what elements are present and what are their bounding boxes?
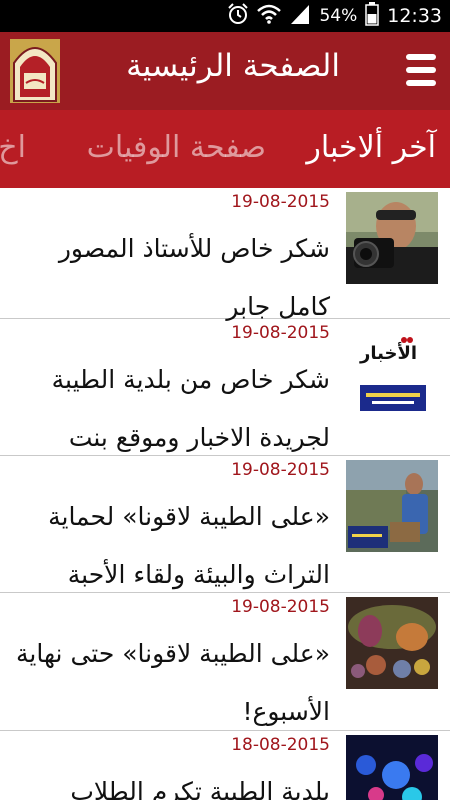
article-title: شكر خاص من بلدية الطيبة لجريدة الاخبار و… bbox=[51, 365, 330, 452]
article-thumbnail: الأخبار bbox=[346, 323, 438, 419]
battery-icon bbox=[365, 2, 379, 30]
article-date: 18-08-2015 bbox=[231, 735, 330, 755]
app-header: الصفحة الرئيسية bbox=[0, 32, 450, 110]
municipality-logo[interactable] bbox=[10, 39, 60, 103]
list-item[interactable]: 19-08-2015 شكر خاص للأستاذ المصور كامل ج… bbox=[0, 188, 450, 321]
status-bar: 54% 12:33 bbox=[0, 0, 450, 32]
article-title: بلدية الطيبة تكرم الطلاب bbox=[70, 777, 330, 800]
status-icons: 54% 12:33 bbox=[227, 0, 442, 32]
alarm-icon bbox=[227, 3, 249, 29]
tab-obituaries[interactable]: صفحة الوفيات bbox=[87, 130, 266, 165]
page-title: الصفحة الرئيسية bbox=[126, 48, 340, 84]
article-thumbnail bbox=[346, 192, 438, 284]
article-date: 19-08-2015 bbox=[231, 192, 330, 212]
list-item[interactable]: 19-08-2015 «على الطيبة لاقونا» لحماية ال… bbox=[0, 456, 450, 593]
article-date: 19-08-2015 bbox=[231, 460, 330, 480]
article-thumbnail bbox=[346, 735, 438, 800]
list-item[interactable]: 19-08-2015 شكر خاص من بلدية الطيبة لجريد… bbox=[0, 319, 450, 456]
list-item[interactable]: 19-08-2015 «على الطيبة لاقونا» حتى نهاية… bbox=[0, 593, 450, 731]
wifi-icon bbox=[257, 4, 282, 28]
article-thumbnail bbox=[346, 597, 438, 689]
clock: 12:33 bbox=[387, 5, 442, 27]
article-title: «على الطيبة لاقونا» حتى نهاية الأسبوع! bbox=[16, 639, 330, 726]
tab-latest-news[interactable]: آخر ألاخبار bbox=[306, 130, 436, 165]
tab-bar: آخر ألاخبار صفحة الوفيات اخ bbox=[0, 110, 450, 188]
menu-icon[interactable] bbox=[406, 54, 436, 86]
list-item[interactable]: 18-08-2015 بلدية الطيبة تكرم الطلاب bbox=[0, 731, 450, 800]
article-date: 19-08-2015 bbox=[231, 597, 330, 617]
article-thumbnail bbox=[346, 460, 438, 552]
article-date: 19-08-2015 bbox=[231, 323, 330, 343]
article-title: «على الطيبة لاقونا» لحماية التراث والبيئ… bbox=[48, 502, 330, 589]
tab-partial[interactable]: اخ bbox=[0, 130, 26, 165]
battery-percent: 54% bbox=[319, 6, 358, 26]
signal-icon bbox=[289, 3, 311, 29]
